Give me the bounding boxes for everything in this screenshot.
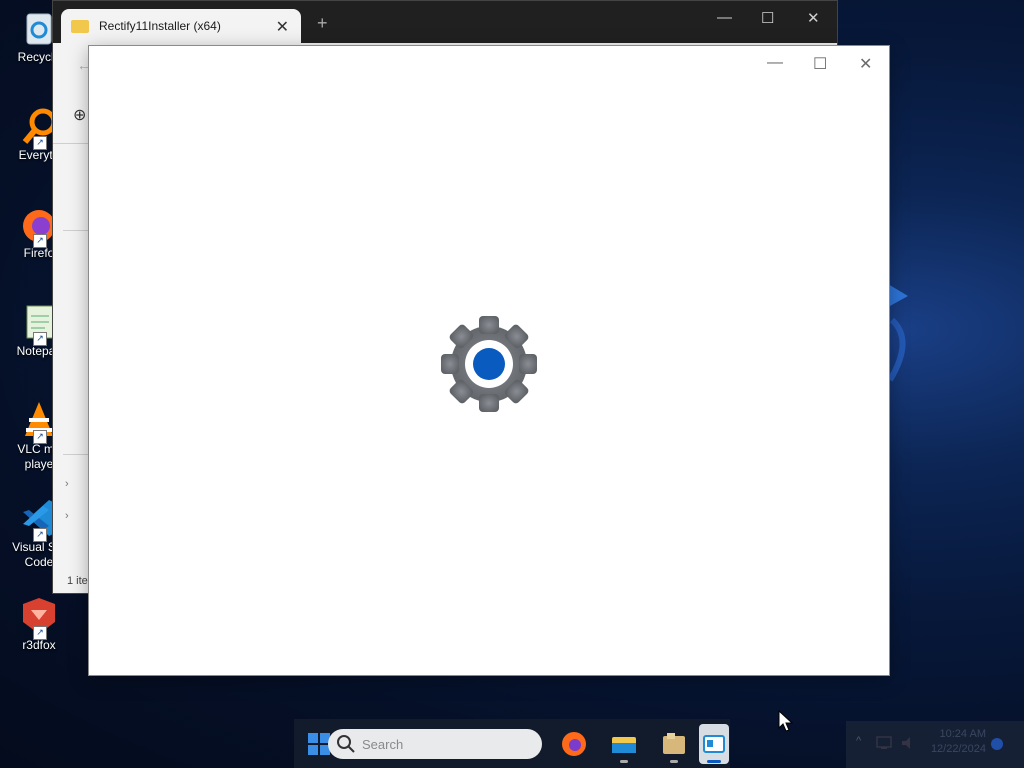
shortcut-arrow-icon: ↗ xyxy=(33,430,47,444)
r3dfox-icon: ↗ xyxy=(19,596,59,640)
settings-window[interactable]: — ☐ ✕ xyxy=(89,46,889,675)
shortcut-arrow-icon: ↗ xyxy=(33,626,47,640)
shortcut-arrow-icon: ↗ xyxy=(33,234,47,248)
folder-icon xyxy=(663,733,685,754)
settings-app-icon xyxy=(703,735,725,753)
windows-logo-icon xyxy=(308,733,330,755)
search-placeholder: Search xyxy=(362,736,404,752)
volume-icon[interactable] xyxy=(900,735,916,751)
explorer-nav-pane: ← ⊕ › › xyxy=(53,43,91,593)
shortcut-arrow-icon: ↗ xyxy=(33,136,47,150)
taskbar-search-box[interactable]: Search xyxy=(328,729,542,759)
maximize-button[interactable]: ☐ xyxy=(813,54,827,74)
expand-chevron-icon[interactable]: › xyxy=(65,510,69,522)
mouse-cursor xyxy=(778,710,794,732)
running-indicator xyxy=(620,760,628,763)
taskbar-firefox[interactable] xyxy=(561,731,587,757)
explorer-tab[interactable]: Rectify11Installer (x64) ✕ xyxy=(61,9,301,43)
clock-time: 10:24 AM xyxy=(939,728,986,740)
divider xyxy=(53,143,89,144)
close-button[interactable]: ✕ xyxy=(807,9,820,27)
desktop-icon-r3dfox[interactable]: ↗ r3dfox xyxy=(0,592,78,653)
folder-icon xyxy=(71,19,89,33)
minimize-button[interactable]: — xyxy=(767,54,783,72)
taskbar-folder[interactable] xyxy=(661,731,687,763)
clock-date: 12/22/2024 xyxy=(930,743,986,755)
close-tab-icon[interactable]: ✕ xyxy=(276,17,289,37)
explorer-tab-title: Rectify11Installer (x64) xyxy=(99,19,221,33)
start-button[interactable] xyxy=(308,733,330,755)
maximize-button[interactable]: ☐ xyxy=(761,9,774,27)
expand-chevron-icon[interactable]: › xyxy=(65,478,69,490)
close-button[interactable]: ✕ xyxy=(859,54,872,74)
search-icon xyxy=(337,735,355,753)
file-explorer-icon xyxy=(612,737,636,753)
taskbar-settings-active[interactable] xyxy=(699,724,729,764)
active-indicator xyxy=(707,760,721,763)
new-tab-button[interactable]: + xyxy=(317,13,328,34)
running-indicator xyxy=(670,760,678,763)
explorer-status-text: 1 ite xyxy=(67,575,88,587)
shortcut-arrow-icon: ↗ xyxy=(33,528,47,542)
notification-icon[interactable] xyxy=(990,737,1004,751)
explorer-titlebar[interactable]: Rectify11Installer (x64) ✕ + — ☐ ✕ xyxy=(53,1,837,43)
taskbar-file-explorer[interactable] xyxy=(611,731,637,763)
wallpaper-bloom xyxy=(887,284,908,382)
taskbar-clock[interactable]: 10:24 AM 12/22/2024 xyxy=(920,727,986,757)
desktop-icon-label: r3dfox xyxy=(22,638,56,652)
firefox-icon xyxy=(562,732,586,756)
network-icon[interactable] xyxy=(876,735,892,751)
divider xyxy=(63,454,89,455)
divider xyxy=(63,230,89,231)
new-item-icon[interactable]: ⊕ xyxy=(73,105,86,125)
shortcut-arrow-icon: ↗ xyxy=(33,332,47,346)
minimize-button[interactable]: — xyxy=(717,9,732,26)
tray-overflow-chevron-icon[interactable]: ^ xyxy=(856,735,861,747)
settings-gear-icon xyxy=(441,316,537,412)
